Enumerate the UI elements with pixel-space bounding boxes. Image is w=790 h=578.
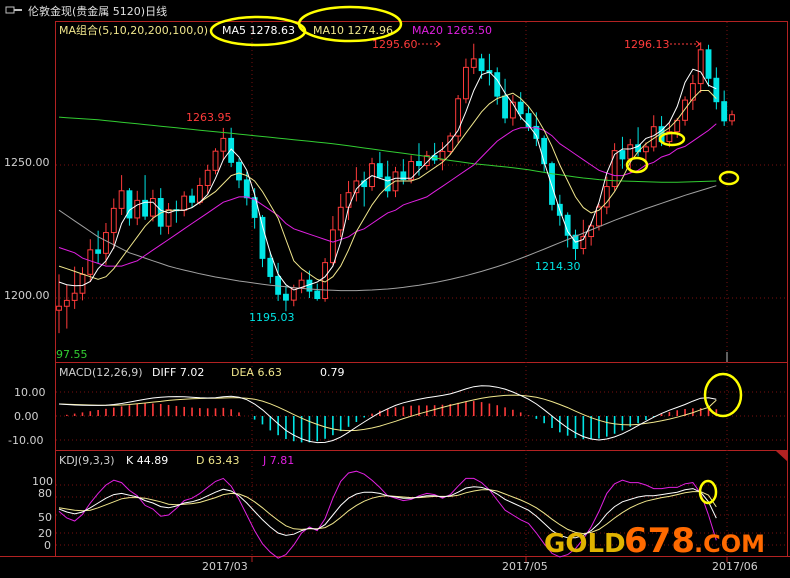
macd-tick-0: 0.00 <box>14 410 39 423</box>
candle-down <box>259 216 266 259</box>
label-low-1195: 1195.03 <box>249 311 295 324</box>
arrow-high-1296 <box>670 40 701 48</box>
kdj-tick-50: 50 <box>38 511 52 524</box>
label-high-1263: 1263.95 <box>186 111 232 124</box>
highlight-macd <box>703 372 743 418</box>
kdj-tick-80: 80 <box>38 487 52 500</box>
main-legend: MA组合(5,10,20,200,100,0) MA5 1278.63 MA10… <box>59 23 492 37</box>
watermark-dotcom: .COM <box>694 530 765 558</box>
watermark-number: 678 <box>624 521 695 561</box>
candle-down <box>236 161 242 181</box>
price-bottom-label: 97.55 <box>56 348 88 361</box>
candle-down <box>619 150 626 160</box>
kdj-j-value: J 7.81 <box>262 454 294 467</box>
macd-hist-value: 0.79 <box>320 366 345 379</box>
candle-up <box>729 114 735 122</box>
candle-up <box>204 169 211 186</box>
ma5-legend: MA5 1278.63 <box>222 24 295 37</box>
macd-legend: MACD(12,26,9) DIFF 7.02 DEA 6.63 0.79 <box>59 366 345 379</box>
candle-up <box>149 198 156 217</box>
title-bar: 伦敦金现(贵金属 5120)日线 <box>0 0 790 22</box>
candle-down <box>478 58 485 72</box>
candle-down <box>541 137 548 165</box>
kdj-d-line <box>58 489 717 535</box>
candle-down <box>283 293 289 301</box>
candle-up <box>627 144 634 160</box>
panel-corner-marker <box>776 451 788 462</box>
candle-up <box>118 190 125 209</box>
kdj-label: KDJ(9,3,3) <box>59 454 115 467</box>
date-label-2017-06: 2017/06 <box>712 560 758 573</box>
candle-up <box>87 249 94 275</box>
candle-down <box>549 163 555 205</box>
label-low-1214: 1214.30 <box>535 260 581 273</box>
candle-down <box>416 161 422 167</box>
candle-up <box>345 192 352 208</box>
price-tick-1250: 1250.00 <box>4 156 50 169</box>
ma20-legend: MA20 1265.50 <box>412 24 492 37</box>
macd-indicator <box>58 385 718 444</box>
ma10-legend: MA10 1274.96 <box>313 24 393 37</box>
date-label-2017-05: 2017/05 <box>502 560 548 573</box>
arrow-high-1295 <box>418 40 441 48</box>
candle-up <box>212 150 219 171</box>
candle-up <box>56 305 62 311</box>
candle-up <box>689 83 696 101</box>
macd-dea-value: DEA 6.63 <box>231 366 282 379</box>
candle-up <box>463 66 469 100</box>
macd-diff-value: DIFF 7.02 <box>152 366 204 379</box>
candle-up <box>79 273 86 294</box>
candle-down <box>721 101 728 122</box>
candle-up <box>642 146 649 153</box>
candle-down <box>243 179 250 199</box>
candle-down <box>705 49 712 79</box>
candle-down <box>267 257 274 277</box>
main-panel-frame <box>55 21 788 363</box>
chart-canvas[interactable]: 伦敦金现(贵金属 5120)日线 1250.00 1200.00 97.55 M… <box>0 0 790 578</box>
grid-lines <box>56 22 787 556</box>
candle-down <box>189 195 195 203</box>
candle-up <box>329 229 336 264</box>
candle-up <box>470 58 477 68</box>
highlight-marks <box>209 5 743 505</box>
kdj-k-value: K 44.89 <box>126 454 168 467</box>
candle-up <box>71 292 78 301</box>
kdj-legend: KDJ(9,3,3) K 44.89 D 63.43 J 7.81 <box>59 454 294 467</box>
candle-up <box>181 195 188 211</box>
price-tick-1200: 1200.00 <box>4 289 50 302</box>
macd-tick-10: 10.00 <box>14 386 46 399</box>
candle-up <box>134 199 141 219</box>
window-title: 伦敦金现(贵金属 5120)日线 <box>28 4 167 18</box>
ma200-line <box>58 185 717 292</box>
candle-up <box>220 137 227 152</box>
candle-down <box>494 72 501 97</box>
label-high-1296: 1296.13 <box>624 38 670 51</box>
macd-tick-neg10: -10.00 <box>8 434 43 447</box>
candle-down <box>376 163 383 178</box>
highlight-point-3 <box>718 170 740 186</box>
macd-label: MACD(12,26,9) <box>59 366 143 379</box>
candle-down <box>95 249 102 254</box>
watermark-gold: GOLD <box>544 529 626 559</box>
candle-down <box>502 95 508 119</box>
candle-up <box>63 299 70 307</box>
panel-frames <box>0 21 790 557</box>
candle-up <box>196 184 203 203</box>
candle-up <box>103 232 109 254</box>
candle-up <box>337 206 344 231</box>
ma10-line <box>58 90 717 283</box>
kdj-d-value: D 63.43 <box>196 454 239 467</box>
label-high-1295: 1295.60 <box>372 38 418 51</box>
candle-up <box>697 49 704 85</box>
candle-up <box>682 99 688 121</box>
candlestick-series <box>56 42 735 334</box>
candle-up <box>110 207 117 234</box>
candle-down <box>361 180 368 188</box>
kdj-tick-0: 0 <box>44 539 51 552</box>
watermark-logo: GOLD 678 .COM <box>544 521 765 561</box>
date-label-2017-03: 2017/03 <box>202 560 248 573</box>
candle-down <box>517 101 524 115</box>
ma-group-label: MA组合(5,10,20,200,100,0) <box>59 23 208 37</box>
candle-down <box>314 290 321 300</box>
